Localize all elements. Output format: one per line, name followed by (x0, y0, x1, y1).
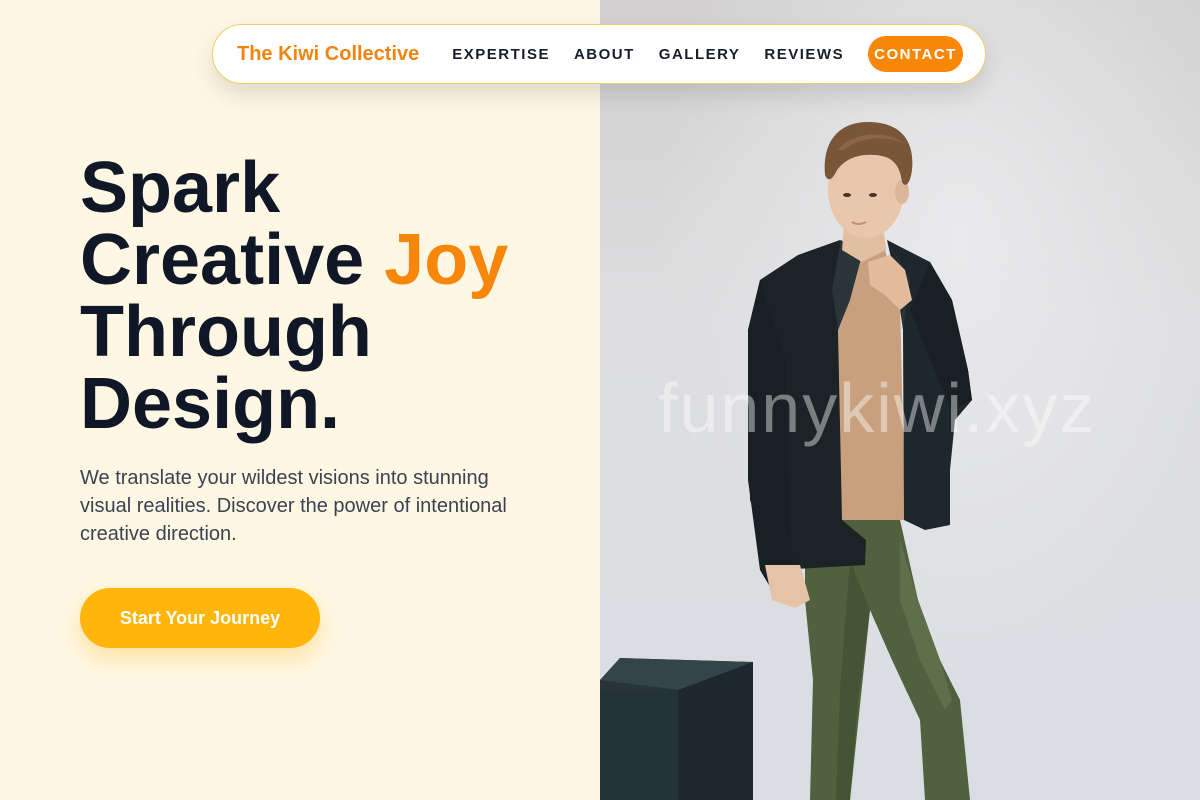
hero-title-line-4: Design. (80, 364, 341, 444)
hero-photo-panel: funnykiwi.xyz (600, 0, 1200, 800)
nav-link-expertise[interactable]: EXPERTISE (452, 46, 550, 63)
hero-title: Spark Creative Joy Through Design. (80, 152, 508, 440)
watermark-text: funnykiwi.xyz (658, 369, 1097, 447)
page: Spark Creative Joy Through Design. We tr… (0, 0, 1200, 800)
hero-title-accent-word: Joy (384, 220, 509, 300)
hero-title-line-2-text: Creative (80, 220, 385, 300)
brand-logo-text[interactable]: The Kiwi Collective (237, 43, 419, 66)
hero-title-line-1: Spark (80, 148, 281, 228)
nav-links: EXPERTISE ABOUT GALLERY REVIEWS (452, 46, 868, 63)
nav-link-reviews[interactable]: REVIEWS (764, 46, 844, 63)
nav-link-gallery[interactable]: GALLERY (659, 46, 741, 63)
contact-button[interactable]: CONTACT (868, 36, 963, 72)
nav-link-about[interactable]: ABOUT (574, 46, 635, 63)
hero-title-line-3: Through (80, 292, 372, 372)
top-navigation: The Kiwi Collective EXPERTISE ABOUT GALL… (212, 24, 986, 84)
hero-left-panel: Spark Creative Joy Through Design. We tr… (0, 0, 600, 800)
hero-subtitle: We translate your wildest visions into s… (80, 467, 507, 545)
hero-title-line-2: Creative Joy (80, 224, 508, 296)
start-journey-button[interactable]: Start Your Journey (80, 588, 320, 648)
